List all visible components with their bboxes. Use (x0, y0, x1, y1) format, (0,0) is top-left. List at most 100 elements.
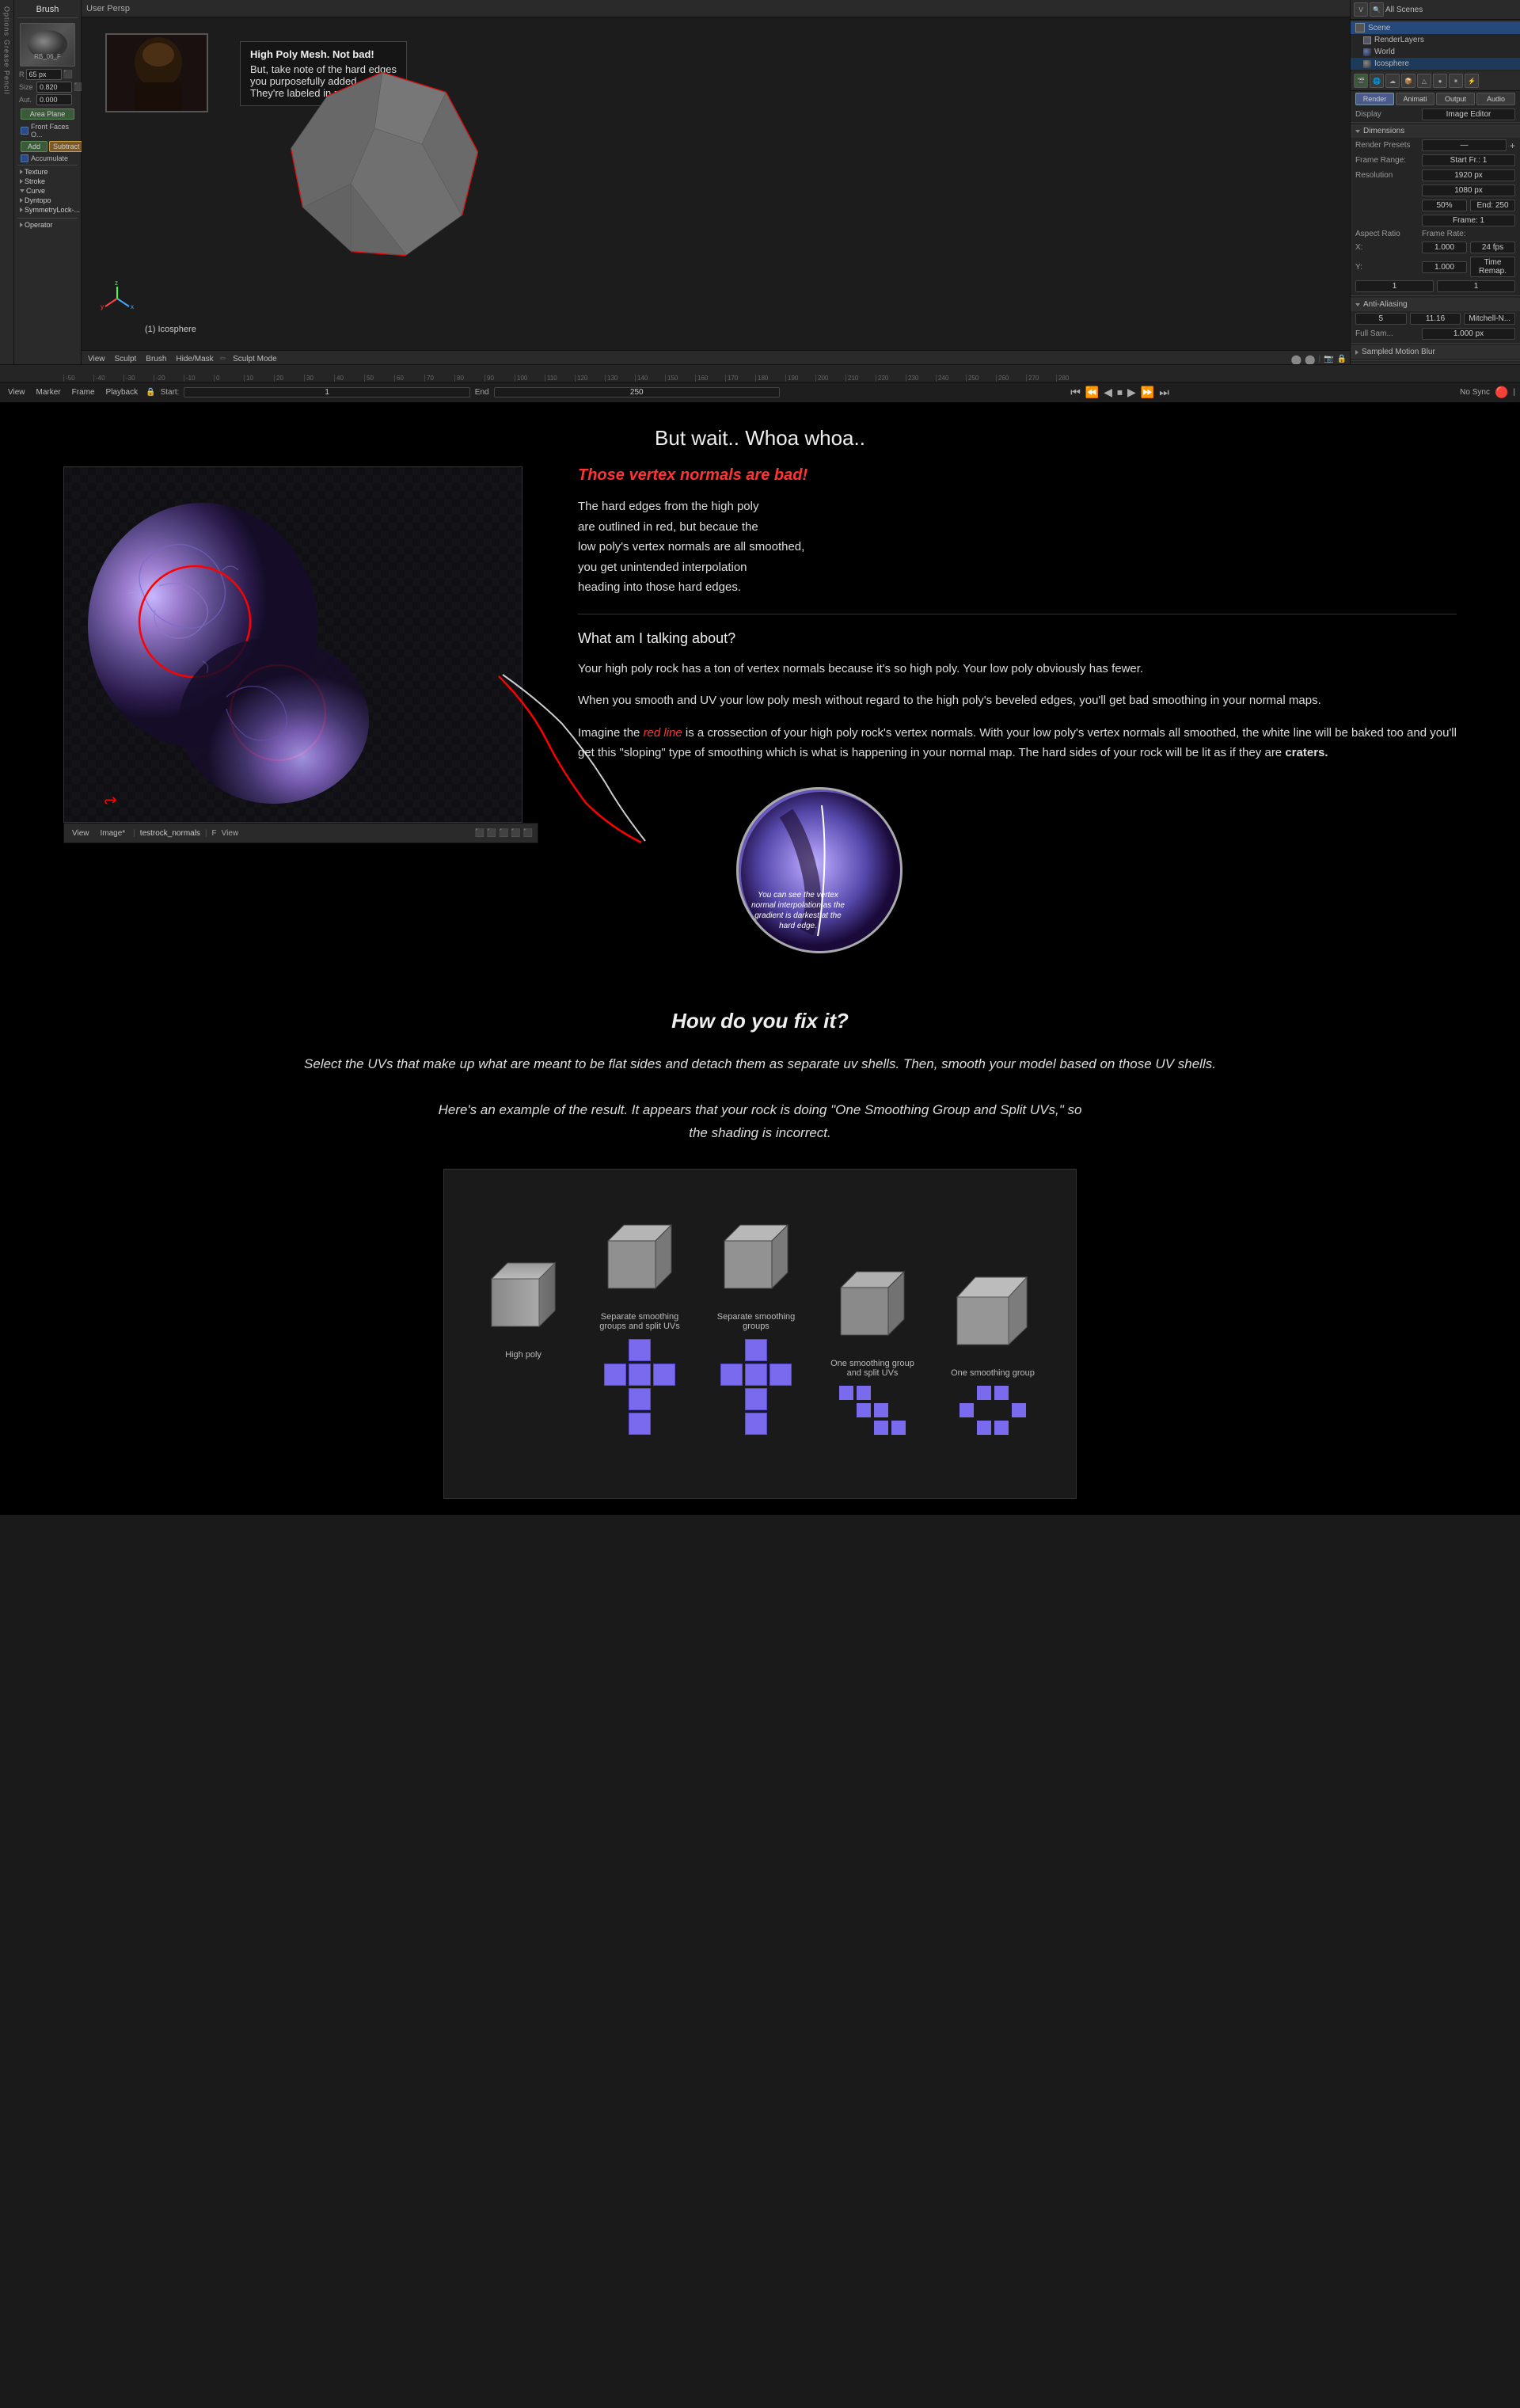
play-reverse-btn[interactable]: ◀ (1104, 386, 1112, 399)
person-photo (105, 33, 208, 112)
view-btn[interactable]: View (85, 354, 108, 364)
aspect-values-row: X: 1.000 24 fps (1351, 240, 1520, 255)
view-timeline-btn[interactable]: View (5, 387, 28, 398)
texture-row: Texture (17, 167, 78, 177)
ruler-mark: 70 (424, 375, 454, 382)
start-val: 1 (184, 387, 469, 398)
add-btn[interactable]: Add (21, 141, 48, 152)
left-col: ↩ View Image* | testrock_normals | F Vie… (63, 466, 538, 953)
viewport-header: User Persp (82, 0, 1350, 17)
ruler-mark: 200 (815, 375, 846, 382)
arrow-curve-svg (483, 645, 760, 866)
high-poly-3d (476, 1247, 571, 1342)
separate-sg-split-label: Separate smoothing groups and split UVs (591, 1312, 689, 1331)
svg-text:z: z (115, 280, 118, 287)
aa-header[interactable]: Anti-Aliasing (1351, 298, 1520, 311)
sculpt-btn[interactable]: Sculpt (112, 354, 140, 364)
scene-label: Scene (1368, 24, 1390, 32)
area-plane-btn[interactable]: Area Plane (21, 108, 74, 120)
brush-btn[interactable]: Brush (142, 354, 169, 364)
viewport-3d-area[interactable]: High Poly Mesh. Not bad! But, take note … (82, 17, 1350, 350)
img-view-btn[interactable]: View (69, 828, 93, 839)
ruler-mark: 80 (454, 375, 484, 382)
svg-text:x: x (131, 303, 134, 310)
front-faces-checkbox[interactable] (21, 127, 28, 135)
operator-row: Operator (17, 220, 78, 230)
scene-prop-icon[interactable]: 🌐 (1370, 74, 1384, 88)
ruler-mark: 10 (244, 375, 274, 382)
one-sg-uv (960, 1386, 1026, 1435)
diagram-row: High poly (476, 1209, 1044, 1435)
icosphere-item[interactable]: Icosphere (1351, 58, 1520, 70)
img-image-btn[interactable]: Image* (97, 828, 129, 839)
one-sg-split-label: One smoothing group and split UVs (823, 1359, 922, 1378)
radius-input[interactable]: 65 px (26, 69, 62, 80)
scene-item[interactable]: Scene (1351, 21, 1520, 34)
playback-btn[interactable]: Playback (103, 387, 142, 398)
motion-blur-section: Sampled Motion Blur (1351, 343, 1520, 360)
dyntopo-label: Dyntopo (25, 196, 51, 204)
display-label: Display (1355, 110, 1419, 119)
end-btn[interactable]: ⏭ (1159, 386, 1169, 399)
render-prop-icon[interactable]: 🎬 (1354, 74, 1368, 88)
prev-frame-btn[interactable]: ⏪ (1085, 386, 1099, 399)
frame-value: Frame: 1 (1422, 215, 1515, 226)
obj-name-label: (1) Icosphere (145, 325, 196, 334)
mesh-prop-icon[interactable]: △ (1417, 74, 1431, 88)
example-text: Here's an example of the result. It appe… (63, 1099, 1457, 1145)
operator-expand-icon (20, 223, 23, 227)
rewind-btn[interactable]: ⏮ (1070, 386, 1081, 399)
mitchell-value: Mitchell-N... (1464, 313, 1515, 325)
img-f-label: F (212, 829, 217, 838)
view-icon[interactable]: V (1354, 2, 1368, 17)
auto-input[interactable]: 0.000 (36, 94, 72, 105)
one-sg-cube: One smoothing group (941, 1257, 1044, 1435)
marker-btn[interactable]: Marker (33, 387, 64, 398)
animate-tab[interactable]: Animati (1396, 93, 1434, 105)
size-row: Size 0.820 ⬛ (17, 81, 78, 93)
display-row: Display Image Editor (1351, 107, 1520, 122)
bad-normals-label: Those vertex normals are bad! (578, 466, 1457, 496)
render-tab[interactable]: Render (1355, 93, 1394, 105)
dimensions-header[interactable]: Dimensions (1351, 124, 1520, 138)
world-item[interactable]: World (1351, 46, 1520, 58)
material-prop-icon[interactable]: ● (1433, 74, 1447, 88)
end-val: 250 (494, 387, 780, 398)
accumulate-checkbox[interactable] (21, 154, 28, 162)
motion-blur-header[interactable]: Sampled Motion Blur (1351, 345, 1520, 359)
resolution-row: Resolution 1920 px (1351, 168, 1520, 183)
output-tab[interactable]: Output (1436, 93, 1475, 105)
fix-title: How do you fix it? (63, 1009, 1457, 1033)
audio-tab[interactable]: Audio (1476, 93, 1515, 105)
resolution-pct-value: 50% (1422, 200, 1467, 211)
size-input[interactable]: 0.820 (36, 82, 72, 93)
add-preset-icon[interactable]: + (1510, 140, 1515, 151)
stop-btn[interactable]: ⏹ (1117, 386, 1123, 399)
icosphere-label: Icosphere (1374, 59, 1409, 68)
play-btn[interactable]: ▶ (1127, 386, 1136, 399)
next-frame-btn[interactable]: ⏩ (1141, 386, 1154, 399)
separate-sg-cube: Separate smoothing groups (709, 1209, 804, 1435)
auto-row: Aut. 0.000 (17, 93, 78, 106)
start-label: Start: (161, 388, 180, 397)
physics-prop-icon[interactable]: ⚡ (1465, 74, 1479, 88)
hidemask-btn[interactable]: Hide/Mask (173, 354, 216, 364)
options-strip: Options Grease Pencil (0, 0, 14, 364)
ruler-mark: -20 (154, 375, 184, 382)
grease-pencil-label: Grease Pencil (3, 40, 11, 95)
one-sg-split-cube: One smoothing group and split UVs (823, 1256, 922, 1435)
curve-row[interactable]: Curve (17, 186, 78, 196)
render-presets-row: Render Presets — + (1351, 138, 1520, 153)
shading-header[interactable]: Shading (1351, 363, 1520, 364)
object-prop-icon[interactable]: 📦 (1401, 74, 1416, 88)
search-icon[interactable]: 🔍 (1370, 2, 1384, 17)
sculpt-mode-btn[interactable]: Sculpt Mode (230, 354, 280, 364)
particle-prop-icon[interactable]: ⁕ (1449, 74, 1463, 88)
world-prop-icon[interactable]: ☁ (1385, 74, 1400, 88)
img-view2-btn[interactable]: View (222, 829, 239, 838)
main-3d-viewport[interactable]: User Persp High Poly Mesh. Not bad! But,… (82, 0, 1350, 364)
subtract-btn[interactable]: Subtract (49, 141, 84, 152)
frame-btn[interactable]: Frame (69, 387, 98, 398)
render-layers-item[interactable]: RenderLayers (1351, 34, 1520, 46)
aa-val1: 5 (1355, 313, 1407, 325)
